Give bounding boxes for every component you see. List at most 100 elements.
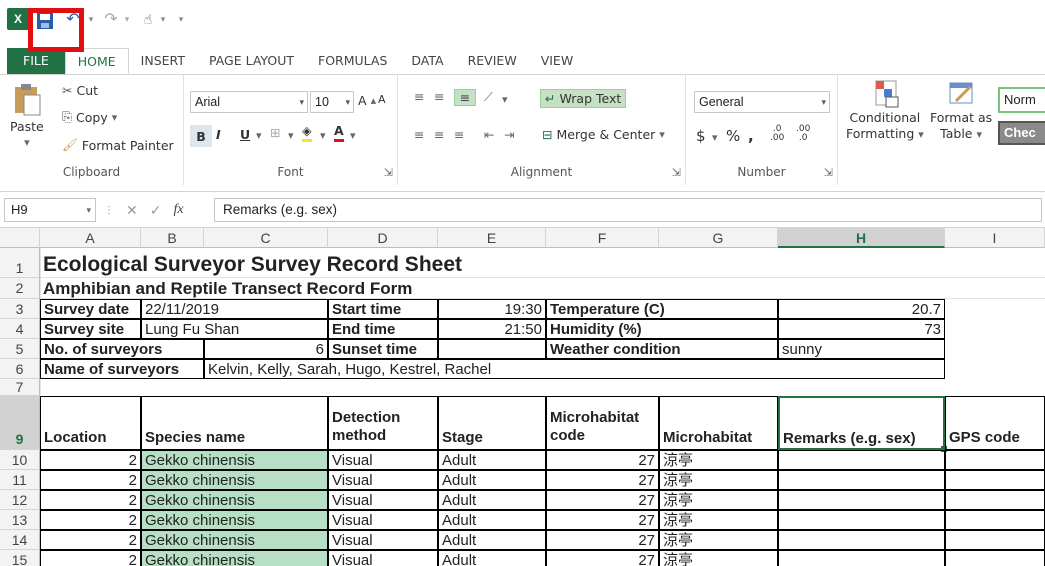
record-cell-gps[interactable] [945,450,1045,470]
name-box-dropdown-icon[interactable]: ▾ [86,199,91,221]
record-cell-species[interactable]: Gekko chinensis [141,450,328,470]
sunset-time-value[interactable] [438,339,546,359]
customize-qat-icon[interactable]: ▾ [174,8,188,30]
record-cell-location[interactable]: 2 [40,450,141,470]
header-microhabitat-code[interactable]: Microhabitat code [546,396,659,450]
row-header[interactable]: 10 [0,450,40,470]
temperature-value[interactable]: 20.7 [778,299,945,319]
record-cell-microhabitat[interactable]: 涼亭 [659,530,778,550]
record-cell-microhabitat[interactable]: 涼亭 [659,470,778,490]
percent-button[interactable]: % [726,127,740,145]
end-time-label[interactable]: End time [328,319,438,339]
formula-input[interactable]: Remarks (e.g. sex) [214,198,1042,222]
borders-icon[interactable]: ⊞ [270,125,280,140]
record-cell-stage[interactable]: Adult [438,490,546,510]
record-cell-stage[interactable]: Adult [438,470,546,490]
record-cell-remarks[interactable] [778,490,945,510]
tab-insert[interactable]: INSERT [129,48,197,74]
humidity-value[interactable]: 73 [778,319,945,339]
record-cell-microhabitat-code[interactable]: 27 [546,470,659,490]
header-remarks[interactable]: Remarks (e.g. sex) [778,396,945,450]
start-time-label[interactable]: Start time [328,299,438,319]
undo-dropdown-icon[interactable]: ▾ [86,8,96,30]
record-cell-location[interactable]: 2 [40,550,141,566]
font-color-dropdown-icon[interactable]: ▾ [350,129,356,142]
survey-site-value[interactable]: Lung Fu Shan [141,319,328,339]
column-header-g[interactable]: G [659,228,778,248]
record-cell-location[interactable]: 2 [40,470,141,490]
row-header[interactable]: 14 [0,530,40,550]
redo-dropdown-icon[interactable]: ▾ [122,8,132,30]
alignment-dialog-launcher-icon[interactable]: ⇲ [672,166,681,179]
survey-site-label[interactable]: Survey site [40,319,141,339]
header-stage[interactable]: Stage [438,396,546,450]
merge-center-button[interactable]: ⊟ Merge & Center ▾ [542,127,665,142]
record-cell-microhabitat-code[interactable]: 27 [546,530,659,550]
no-surveyors-value[interactable]: 6 [204,339,328,359]
header-detection[interactable]: Detection method [328,396,438,450]
underline-button[interactable]: U [240,127,250,142]
align-top-icon[interactable]: ≡ [414,89,424,104]
row-header[interactable]: 4 [0,319,40,339]
copy-dropdown-icon[interactable]: ▾ [112,111,118,124]
orientation-icon[interactable]: ⟋ [484,89,493,105]
tab-data[interactable]: DATA [399,48,455,74]
row-header[interactable]: 9 [0,396,40,450]
align-center-icon[interactable]: ≡ [434,127,444,142]
end-time-value[interactable]: 21:50 [438,319,546,339]
sheet-subtitle[interactable]: Amphibian and Reptile Transect Record Fo… [40,278,1045,299]
record-cell-species[interactable]: Gekko chinensis [141,550,328,566]
header-microhabitat[interactable]: Microhabitat [659,396,778,450]
sheet-title[interactable]: Ecological Surveyor Survey Record Sheet [40,248,1045,278]
select-all-corner[interactable] [0,228,40,248]
column-header-b[interactable]: B [141,228,204,248]
header-location[interactable]: Location [40,396,141,450]
tab-page-layout[interactable]: PAGE LAYOUT [197,48,306,74]
record-cell-location[interactable]: 2 [40,490,141,510]
record-cell-remarks[interactable] [778,470,945,490]
record-cell-microhabitat-code[interactable]: 27 [546,550,659,566]
column-header-d[interactable]: D [328,228,438,248]
column-header-i[interactable]: I [945,228,1045,248]
drag-handle-icon[interactable]: ⋮ [104,205,114,216]
paste-dropdown-icon[interactable]: ▾ [24,136,30,149]
redo-icon[interactable]: ↷ [100,8,122,30]
font-name-select[interactable]: Arial ▾ [190,91,308,113]
record-cell-species[interactable]: Gekko chinensis [141,510,328,530]
record-cell-microhabitat[interactable]: 涼亭 [659,490,778,510]
tab-formulas[interactable]: FORMULAS [306,48,399,74]
record-cell-gps[interactable] [945,550,1045,566]
record-cell-microhabitat-code[interactable]: 27 [546,490,659,510]
row-header[interactable]: 12 [0,490,40,510]
increase-decimal-icon[interactable]: .0.00 [770,125,784,143]
copy-button[interactable]: ⎘ Copy ▾ [62,109,117,125]
paste-button[interactable]: Paste ▾ [10,83,44,149]
survey-date-label[interactable]: Survey date [40,299,141,319]
record-cell-stage[interactable]: Adult [438,510,546,530]
record-cell-remarks[interactable] [778,550,945,566]
fill-dropdown-icon[interactable]: ▾ [320,129,326,142]
normal-style-cell[interactable]: Norm [998,87,1045,113]
row-header[interactable]: 13 [0,510,40,530]
wrap-text-button[interactable]: ↵ Wrap Text [540,89,627,108]
tab-review[interactable]: REVIEW [456,48,529,74]
fill-color-icon[interactable]: ◈ [302,123,312,142]
row-header[interactable]: 11 [0,470,40,490]
record-cell-microhabitat[interactable]: 涼亭 [659,510,778,530]
survey-date-value[interactable]: 22/11/2019 [141,299,328,319]
decrease-decimal-icon[interactable]: .00.0 [796,125,810,143]
record-cell-gps[interactable] [945,490,1045,510]
row-header[interactable]: 15 [0,550,40,566]
column-header-a[interactable]: A [40,228,141,248]
column-header-e[interactable]: E [438,228,546,248]
names-label[interactable]: Name of surveyors [40,359,204,379]
number-format-select[interactable]: General ▾ [694,91,830,113]
align-bottom-icon[interactable]: ≡ [454,89,476,106]
format-painter-button[interactable]: 🖌 Format Painter [62,137,174,153]
bold-button[interactable]: B [190,125,212,147]
row-header[interactable]: 1 [0,248,40,278]
record-cell-gps[interactable] [945,530,1045,550]
align-left-icon[interactable]: ≡ [414,127,424,142]
record-cell-detection-method[interactable]: Visual [328,550,438,566]
format-as-table-button[interactable]: Format as Table ▾ [930,79,992,141]
